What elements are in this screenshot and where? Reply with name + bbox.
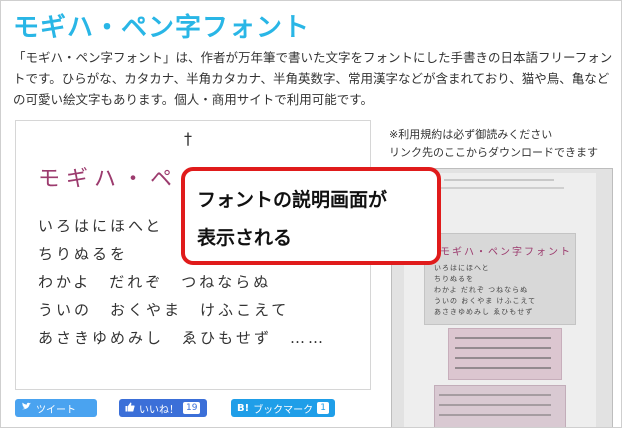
callout-annotation: フォントの説明画面が 表示される <box>181 167 441 265</box>
terms-note: ※利用規約は必ず御読みください <box>389 128 553 141</box>
preview-line: わかよ だれぞ つねならぬ <box>38 273 272 291</box>
screenshot-header-line <box>444 179 554 181</box>
thumbs-up-icon <box>125 402 135 415</box>
preview-line: いろはにほへと <box>38 217 164 235</box>
screenshot-glyph-sample <box>448 328 562 380</box>
screenshot-note-box <box>434 385 566 427</box>
hatena-label: ブックマーク <box>253 404 314 416</box>
dagger-mark: † <box>184 129 192 148</box>
hatena-bookmark-button[interactable]: B! ブックマーク 1 <box>231 399 335 417</box>
screenshot-line: ういの おくやま けふこえて <box>434 297 537 305</box>
callout-line: 表示される <box>197 227 293 249</box>
tweet-button[interactable]: ツイート <box>15 399 97 417</box>
font-description: 「モギハ・ペン字フォント」は、作者が万年筆で書いた文字をフォントにした手書きの日… <box>13 50 613 107</box>
screenshot-title: モギハ・ペン字フォント <box>440 247 572 258</box>
bird-icon <box>21 402 32 414</box>
screenshot-line: わかよ だれぞ つねならぬ <box>434 286 529 294</box>
glyph-row <box>455 357 551 359</box>
screenshot-header-line <box>434 187 564 189</box>
glyph-row <box>455 337 551 339</box>
page-frame: モギハ・ペン字フォント 「モギハ・ペン字フォント」は、作者が万年筆で書いた文字を… <box>0 0 622 428</box>
note-row <box>439 404 551 406</box>
like-label: いいね！ <box>139 404 179 416</box>
preview-line: ちりぬるを <box>38 245 129 263</box>
hatena-count: 1 <box>317 402 329 414</box>
preview-title: モギハ・ペ <box>38 167 179 192</box>
screenshot-line: ちりぬるを <box>434 275 474 283</box>
glyph-row <box>455 347 551 349</box>
page-title: モギハ・ペン字フォント <box>13 13 311 43</box>
hatena-b-icon: B! <box>237 402 250 414</box>
glyph-row <box>455 367 551 369</box>
download-note: リンク先のここからダウンロードできます <box>389 146 598 159</box>
like-count: 19 <box>183 402 201 414</box>
callout-line: フォントの説明画面が <box>197 189 388 211</box>
tweet-label: ツイート <box>36 404 76 416</box>
screenshot-line: あさきゆめみし ゑひもせず <box>434 308 534 316</box>
preview-line: ういの おくやま けふこえて <box>38 301 290 319</box>
preview-line: あさきゆめみし ゑひもせず …… <box>38 329 327 347</box>
screenshot-line: いろはにほへと <box>434 264 490 272</box>
note-row <box>439 414 551 416</box>
like-button[interactable]: いいね！ 19 <box>119 399 207 417</box>
note-row <box>439 394 551 396</box>
